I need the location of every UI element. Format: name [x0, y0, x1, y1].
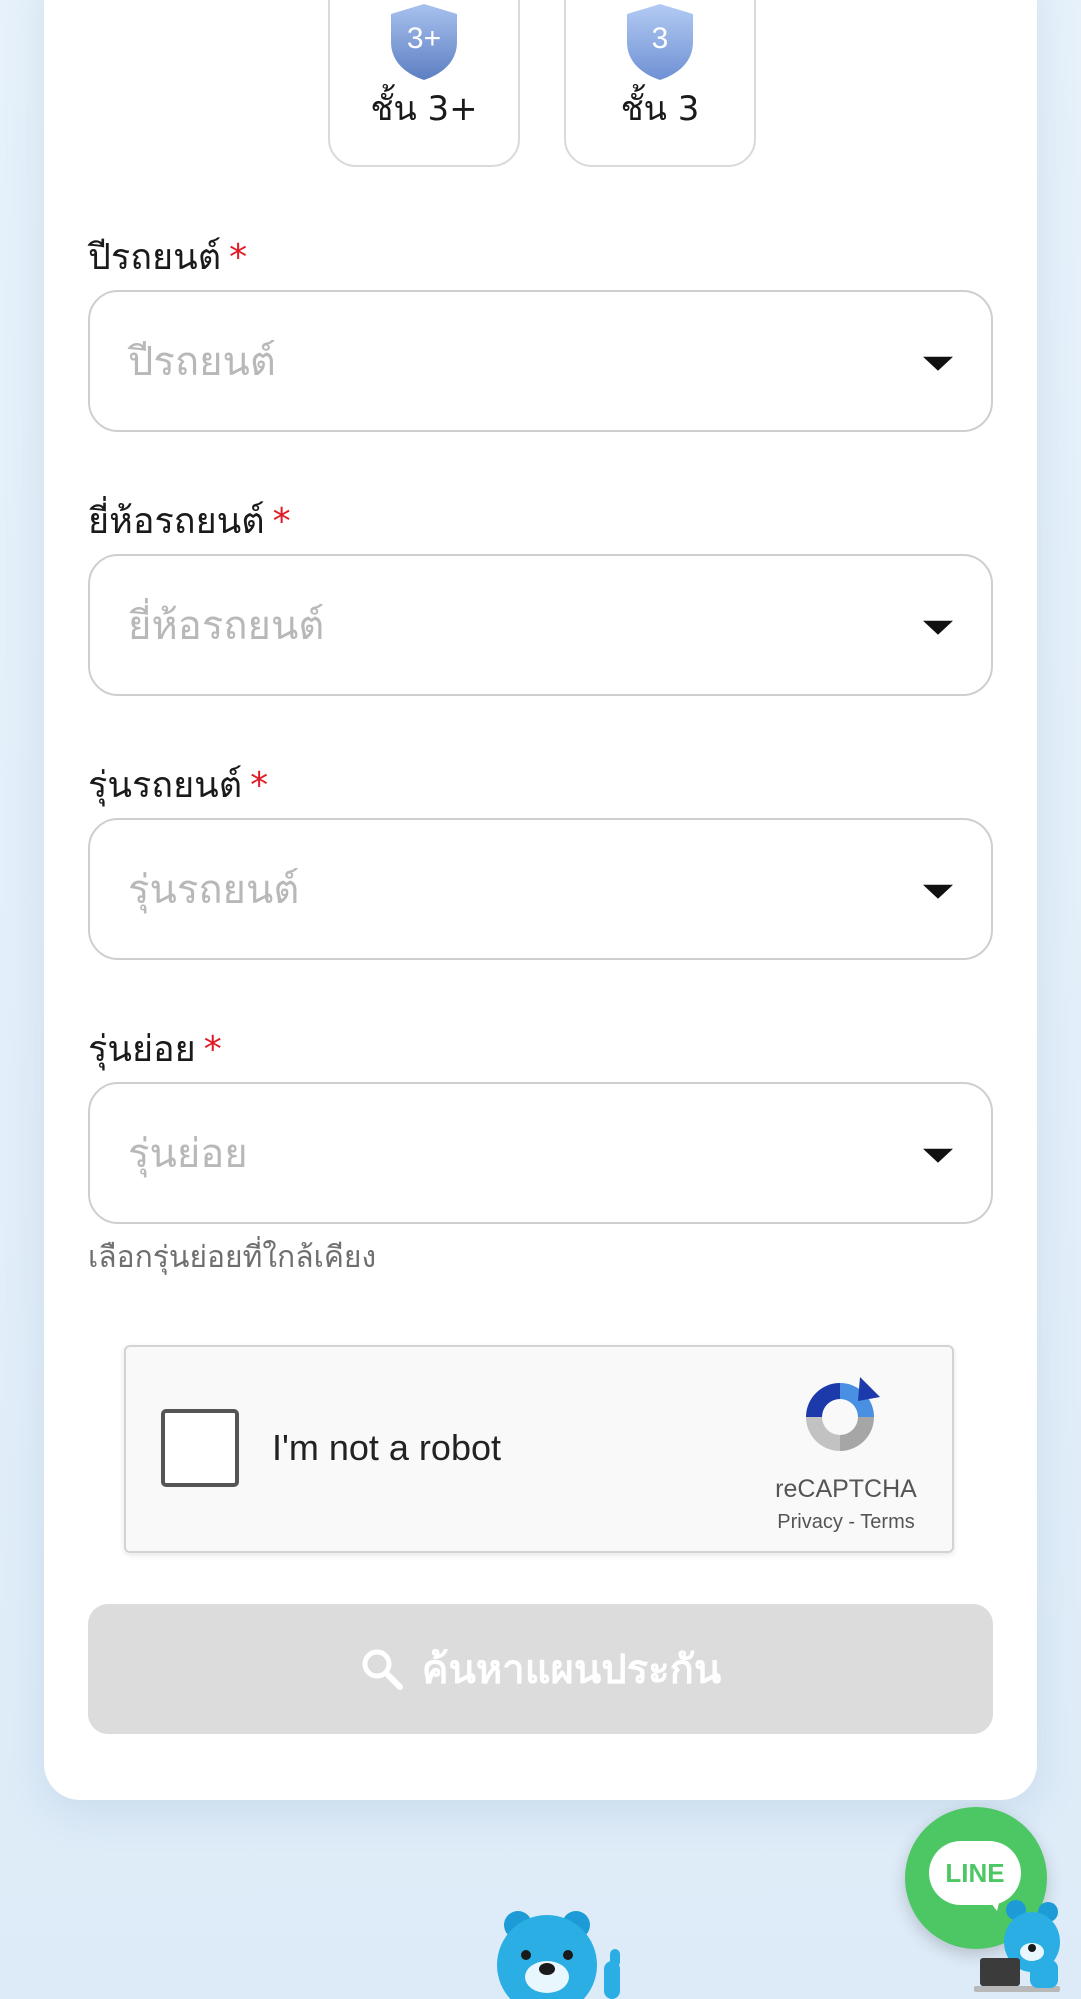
car-year-placeholder: ปีรถยนต์: [128, 339, 276, 385]
car-brand-placeholder: ยี่ห้อรถยนต์: [128, 603, 325, 649]
line-logo-text: LINE: [945, 1857, 1005, 1888]
recaptcha-separator: -: [848, 1511, 856, 1533]
caret-down-icon: [923, 1148, 953, 1163]
required-mark: *: [229, 237, 248, 278]
recaptcha-links: Privacy - Terms: [741, 1511, 951, 1534]
car-model-label: รุ่นรถยนต์ *: [88, 756, 268, 813]
car-brand-label: ยี่ห้อรถยนต์ *: [88, 492, 291, 549]
required-mark: *: [250, 765, 269, 806]
car-submodel-select[interactable]: รุ่นย่อย: [88, 1082, 993, 1224]
search-plan-label: ค้นหาแผนประกัน: [421, 1648, 722, 1692]
coverage-label: ชั้น 3: [620, 89, 700, 129]
recaptcha-checkbox[interactable]: [161, 1409, 239, 1487]
shield-badge-text: 3: [652, 22, 669, 55]
car-model-placeholder: รุ่นรถยนต์: [128, 867, 300, 913]
car-submodel-placeholder: รุ่นย่อย: [128, 1131, 248, 1177]
car-submodel-label-text: รุ่นย่อย: [88, 1029, 196, 1070]
search-plan-button[interactable]: ค้นหาแผนประกัน: [88, 1604, 993, 1734]
car-model-select[interactable]: รุ่นรถยนต์: [88, 818, 993, 960]
coverage-option-3plus[interactable]: 3+ ชั้น 3+: [328, 0, 520, 167]
recaptcha-logo-icon: [806, 1377, 880, 1451]
caret-down-icon: [923, 884, 953, 899]
search-icon: [362, 1649, 403, 1690]
required-mark: *: [272, 501, 291, 542]
recaptcha-text: I'm not a robot: [272, 1427, 501, 1468]
car-year-label-text: ปีรถยนต์: [88, 237, 222, 278]
car-year-label: ปีรถยนต์ *: [88, 228, 247, 285]
bear-mascot-computer-image: [974, 1900, 1060, 1992]
submodel-hint: เลือกรุ่นย่อยที่ใกล้เคียง: [88, 1240, 377, 1275]
shield-icon: 3+: [391, 4, 457, 80]
recaptcha-privacy-link[interactable]: Privacy: [777, 1511, 843, 1533]
shield-icon: 3: [627, 4, 693, 80]
car-model-label-text: รุ่นรถยนต์: [88, 765, 243, 806]
car-brand-label-text: ยี่ห้อรถยนต์: [88, 501, 265, 542]
coverage-label: ชั้น 3+: [370, 89, 478, 129]
caret-down-icon: [923, 356, 953, 371]
car-submodel-label: รุ่นย่อย *: [88, 1020, 222, 1077]
caret-down-icon: [923, 620, 953, 635]
coverage-option-3[interactable]: 3 ชั้น 3: [564, 0, 756, 167]
required-mark: *: [203, 1029, 222, 1070]
car-brand-select[interactable]: ยี่ห้อรถยนต์: [88, 554, 993, 696]
car-year-select[interactable]: ปีรถยนต์: [88, 290, 993, 432]
recaptcha-widget: I'm not a robot reCAPTCHA Privacy - Term…: [124, 1345, 954, 1553]
recaptcha-terms-link[interactable]: Terms: [860, 1511, 914, 1533]
shield-badge-text: 3+: [407, 22, 441, 55]
recaptcha-brand: reCAPTCHA: [775, 1475, 917, 1503]
bear-mascot-image: [497, 1911, 620, 1999]
